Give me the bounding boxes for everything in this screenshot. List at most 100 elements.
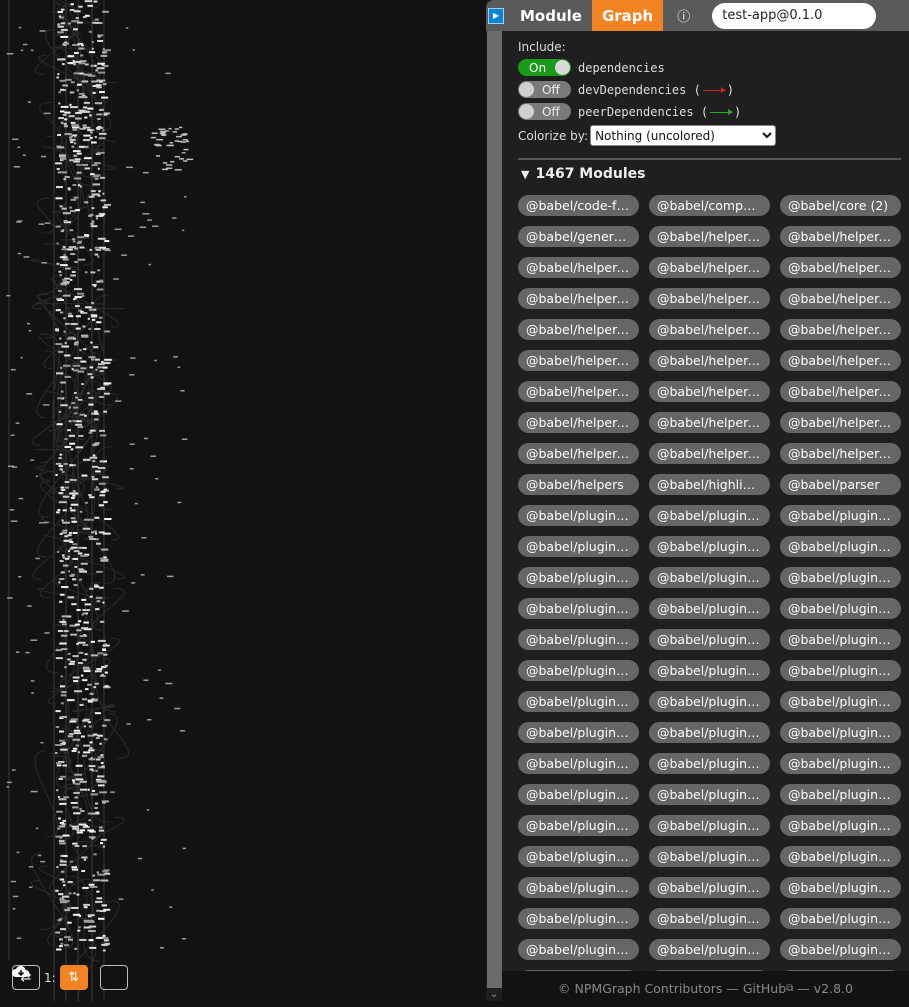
graph-node[interactable]: [89, 885, 98, 888]
graph-node[interactable]: [73, 52, 79, 55]
graph-node[interactable]: [95, 596, 103, 599]
graph-node[interactable]: [79, 72, 84, 75]
graph-node[interactable]: [63, 796, 70, 799]
graph-node[interactable]: [57, 397, 63, 400]
graph-node[interactable]: [89, 747, 93, 750]
graph-node[interactable]: [60, 586, 69, 589]
graph-node[interactable]: [71, 126, 80, 129]
graph-node[interactable]: [58, 825, 62, 828]
graph-node[interactable]: [75, 764, 83, 767]
graph-node[interactable]: [87, 107, 94, 110]
graph-node[interactable]: [55, 225, 61, 228]
module-chip[interactable]: @babel/helper-...: [780, 412, 901, 433]
graph-node[interactable]: [97, 117, 101, 120]
graph-node[interactable]: [64, 486, 70, 489]
graph-node[interactable]: [62, 819, 67, 822]
module-chip[interactable]: @babel/plugin-...: [518, 753, 639, 774]
graph-node[interactable]: [90, 341, 93, 344]
graph-node[interactable]: [78, 240, 83, 243]
graph-node[interactable]: [87, 129, 92, 132]
graph-node[interactable]: [69, 720, 77, 723]
graph-node[interactable]: [62, 834, 70, 837]
peer-dependencies-toggle[interactable]: Off: [518, 103, 571, 120]
graph-node[interactable]: [179, 158, 185, 160]
graph-node[interactable]: [96, 288, 104, 291]
graph-node[interactable]: [82, 609, 91, 612]
module-chip[interactable]: @babel/plugin-...: [518, 877, 639, 898]
modules-heading[interactable]: ▼ 1467 Modules: [521, 166, 645, 182]
graph-node[interactable]: [57, 289, 62, 292]
graph-node[interactable]: [95, 532, 98, 535]
graph-node[interactable]: [73, 72, 80, 75]
graph-node[interactable]: [72, 747, 78, 750]
graph-node[interactable]: [155, 478, 159, 480]
graph-node[interactable]: [142, 213, 150, 215]
module-chip[interactable]: @babel/helpers: [518, 474, 639, 495]
graph-node[interactable]: [63, 220, 68, 223]
graph-node[interactable]: [76, 171, 82, 174]
graph-node[interactable]: [96, 871, 99, 874]
graph-node[interactable]: [60, 675, 63, 678]
graph-node[interactable]: [67, 312, 73, 315]
graph-node[interactable]: [88, 30, 92, 33]
graph-node[interactable]: [91, 789, 96, 792]
graph-node[interactable]: [59, 274, 62, 277]
graph-node[interactable]: [67, 615, 72, 618]
graph-node[interactable]: [89, 692, 94, 695]
module-chip[interactable]: @babel/helper-...: [780, 443, 901, 464]
graph-node[interactable]: [91, 358, 94, 361]
graph-node[interactable]: [98, 80, 103, 83]
graph-node[interactable]: [70, 274, 77, 277]
graph-node[interactable]: [84, 306, 92, 309]
graph-node[interactable]: [99, 742, 103, 745]
graph-node[interactable]: [79, 807, 82, 810]
graph-node[interactable]: [79, 92, 85, 95]
graph-node[interactable]: [67, 921, 72, 924]
graph-node[interactable]: [137, 857, 143, 860]
graph-node[interactable]: [82, 667, 91, 670]
graph-node[interactable]: [60, 8, 65, 11]
graph-node[interactable]: [31, 692, 35, 694]
graph-node[interactable]: [102, 870, 109, 873]
graph-node[interactable]: [69, 478, 74, 481]
graph-node[interactable]: [59, 171, 68, 174]
graph-node[interactable]: [60, 870, 65, 873]
graph-node[interactable]: [69, 860, 73, 863]
graph-node[interactable]: [63, 330, 66, 333]
graph-node[interactable]: [88, 356, 96, 359]
graph-node[interactable]: [102, 934, 106, 937]
graph-node[interactable]: [60, 486, 65, 489]
graph-node[interactable]: [6, 294, 11, 297]
graph-node[interactable]: [150, 136, 157, 139]
graph-node[interactable]: [56, 242, 59, 245]
graph-node[interactable]: [103, 488, 108, 491]
graph-node[interactable]: [58, 410, 62, 413]
graph-node[interactable]: [68, 420, 72, 423]
graph-node[interactable]: [129, 374, 135, 376]
graph-node[interactable]: [90, 190, 96, 193]
graph-node[interactable]: [73, 10, 81, 13]
graph-node[interactable]: [75, 744, 80, 747]
graph-node[interactable]: [6, 781, 12, 784]
graph-node[interactable]: [40, 860, 46, 863]
graph-node[interactable]: [81, 474, 88, 477]
graph-node[interactable]: [79, 246, 85, 249]
graph-node[interactable]: [142, 171, 149, 174]
graph-node[interactable]: [97, 39, 104, 42]
graph-node[interactable]: [87, 317, 90, 320]
graph-node[interactable]: [9, 509, 14, 511]
graph-node[interactable]: [80, 110, 86, 113]
module-chip[interactable]: @babel/plugin-...: [780, 567, 901, 588]
module-chip[interactable]: @babel/plugin-...: [780, 722, 901, 743]
graph-node[interactable]: [70, 509, 76, 512]
graph-node[interactable]: [67, 596, 75, 599]
graph-node[interactable]: [92, 874, 96, 877]
graph-node[interactable]: [62, 258, 69, 261]
graph-node[interactable]: [74, 782, 81, 785]
graph-node[interactable]: [16, 221, 21, 223]
graph-node[interactable]: [77, 236, 85, 239]
graph-node[interactable]: [114, 228, 122, 231]
graph-node[interactable]: [72, 184, 77, 187]
graph-node[interactable]: [97, 652, 104, 655]
graph-node[interactable]: [79, 578, 82, 581]
